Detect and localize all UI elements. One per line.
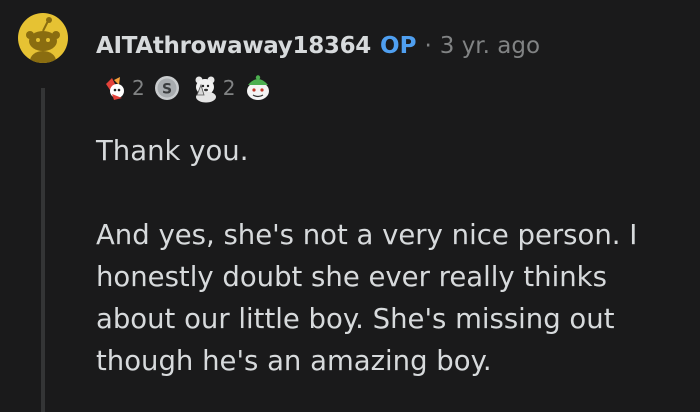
award-bless-up[interactable]: 2 — [191, 73, 236, 103]
thread-collapse-line[interactable] — [41, 88, 45, 412]
user-avatar[interactable] — [18, 13, 68, 63]
comment-header: AITAthrowaway18364 OP · 3 yr. ago — [96, 30, 540, 62]
award-count: 2 — [222, 76, 236, 100]
svg-text:S: S — [162, 82, 172, 98]
comment: AITAthrowaway18364 OP · 3 yr. ago 2 S 2 … — [0, 0, 700, 412]
meta-separator: · — [424, 33, 432, 59]
comment-body: Thank you. And yes, she's not a very nic… — [96, 130, 686, 382]
silver-coin-icon: S — [154, 76, 179, 100]
comment-paragraph: And yes, she's not a very nice person. I… — [96, 219, 638, 377]
awards-row[interactable]: 2 S 2 — [102, 70, 283, 106]
bless-up-bear-icon — [195, 76, 216, 103]
award-wholesome-seal[interactable]: 2 — [102, 74, 145, 102]
timestamp[interactable]: 3 yr. ago — [440, 30, 540, 62]
award-helpful[interactable] — [243, 73, 275, 103]
op-badge: OP — [380, 33, 417, 59]
award-count: 2 — [132, 76, 145, 100]
snoo-avatar-icon — [26, 17, 60, 63]
username-link[interactable]: AITAthrowaway18364 — [96, 30, 371, 62]
helpful-snoo-icon — [247, 75, 270, 100]
comment-paragraph: Thank you. — [96, 135, 249, 167]
wholesome-seal-icon — [106, 77, 124, 100]
award-silver[interactable]: S — [153, 74, 183, 102]
